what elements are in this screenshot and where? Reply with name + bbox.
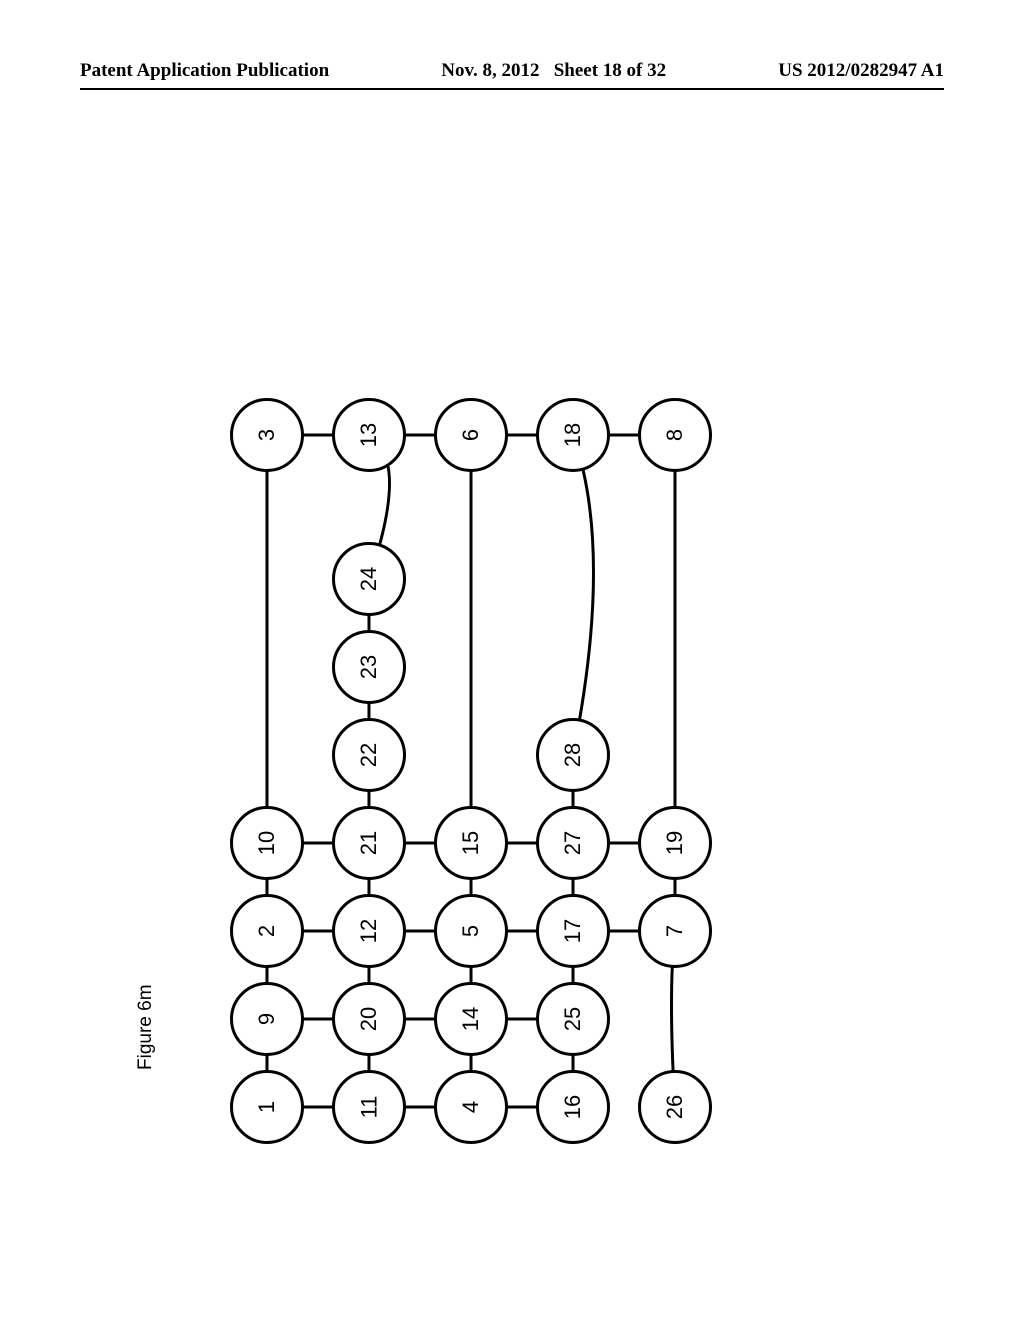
graph-node: 3 <box>230 398 304 472</box>
graph-node-label: 5 <box>458 925 484 937</box>
graph-node: 2 <box>230 894 304 968</box>
graph-node: 25 <box>536 982 610 1056</box>
graph-node-label: 6 <box>458 429 484 441</box>
graph-diagram: 1921031120122122232413414515616251727281… <box>200 170 820 1170</box>
graph-node: 15 <box>434 806 508 880</box>
graph-node-label: 3 <box>254 429 280 441</box>
graph-node-label: 23 <box>356 655 382 679</box>
graph-node-label: 26 <box>662 1095 688 1119</box>
graph-node-label: 20 <box>356 1007 382 1031</box>
graph-node: 1 <box>230 1070 304 1144</box>
graph-node-label: 19 <box>662 831 688 855</box>
page-header: Patent Application Publication Nov. 8, 2… <box>80 60 944 82</box>
graph-node-label: 22 <box>356 743 382 767</box>
graph-node-label: 12 <box>356 919 382 943</box>
graph-node-label: 8 <box>662 429 688 441</box>
graph-node: 7 <box>638 894 712 968</box>
graph-node: 16 <box>536 1070 610 1144</box>
graph-node: 28 <box>536 718 610 792</box>
graph-node-label: 17 <box>560 919 586 943</box>
graph-node-label: 7 <box>662 925 688 937</box>
graph-node: 6 <box>434 398 508 472</box>
graph-node: 18 <box>536 398 610 472</box>
graph-node-label: 24 <box>356 567 382 591</box>
graph-node-label: 14 <box>458 1007 484 1031</box>
graph-node: 13 <box>332 398 406 472</box>
graph-node: 19 <box>638 806 712 880</box>
graph-node: 5 <box>434 894 508 968</box>
graph-node: 20 <box>332 982 406 1056</box>
header-right: US 2012/0282947 A1 <box>778 60 944 82</box>
graph-node: 23 <box>332 630 406 704</box>
graph-node-label: 11 <box>356 1096 382 1119</box>
graph-node-label: 1 <box>254 1101 280 1113</box>
graph-node: 14 <box>434 982 508 1056</box>
graph-node-label: 4 <box>458 1101 484 1113</box>
graph-node: 10 <box>230 806 304 880</box>
graph-node-label: 15 <box>458 831 484 855</box>
graph-node: 24 <box>332 542 406 616</box>
graph-node-label: 28 <box>560 743 586 767</box>
graph-node-label: 9 <box>254 1013 280 1025</box>
graph-node-label: 21 <box>356 831 382 855</box>
graph-node: 8 <box>638 398 712 472</box>
graph-node-label: 25 <box>560 1007 586 1031</box>
graph-node: 17 <box>536 894 610 968</box>
header-left: Patent Application Publication <box>80 60 329 82</box>
header-divider <box>80 88 944 90</box>
figure-caption: Figure 6m <box>135 984 157 1070</box>
graph-node-label: 2 <box>254 925 280 937</box>
graph-node: 4 <box>434 1070 508 1144</box>
graph-node-label: 18 <box>560 423 586 447</box>
graph-node-label: 16 <box>560 1095 586 1119</box>
graph-node: 27 <box>536 806 610 880</box>
graph-node: 9 <box>230 982 304 1056</box>
graph-node: 21 <box>332 806 406 880</box>
graph-node: 26 <box>638 1070 712 1144</box>
graph-node-label: 13 <box>356 423 382 447</box>
graph-node: 12 <box>332 894 406 968</box>
graph-node: 22 <box>332 718 406 792</box>
graph-node-label: 10 <box>254 831 280 855</box>
graph-node: 11 <box>332 1070 406 1144</box>
header-center: Nov. 8, 2012 Sheet 18 of 32 <box>329 60 778 82</box>
graph-node-label: 27 <box>560 831 586 855</box>
